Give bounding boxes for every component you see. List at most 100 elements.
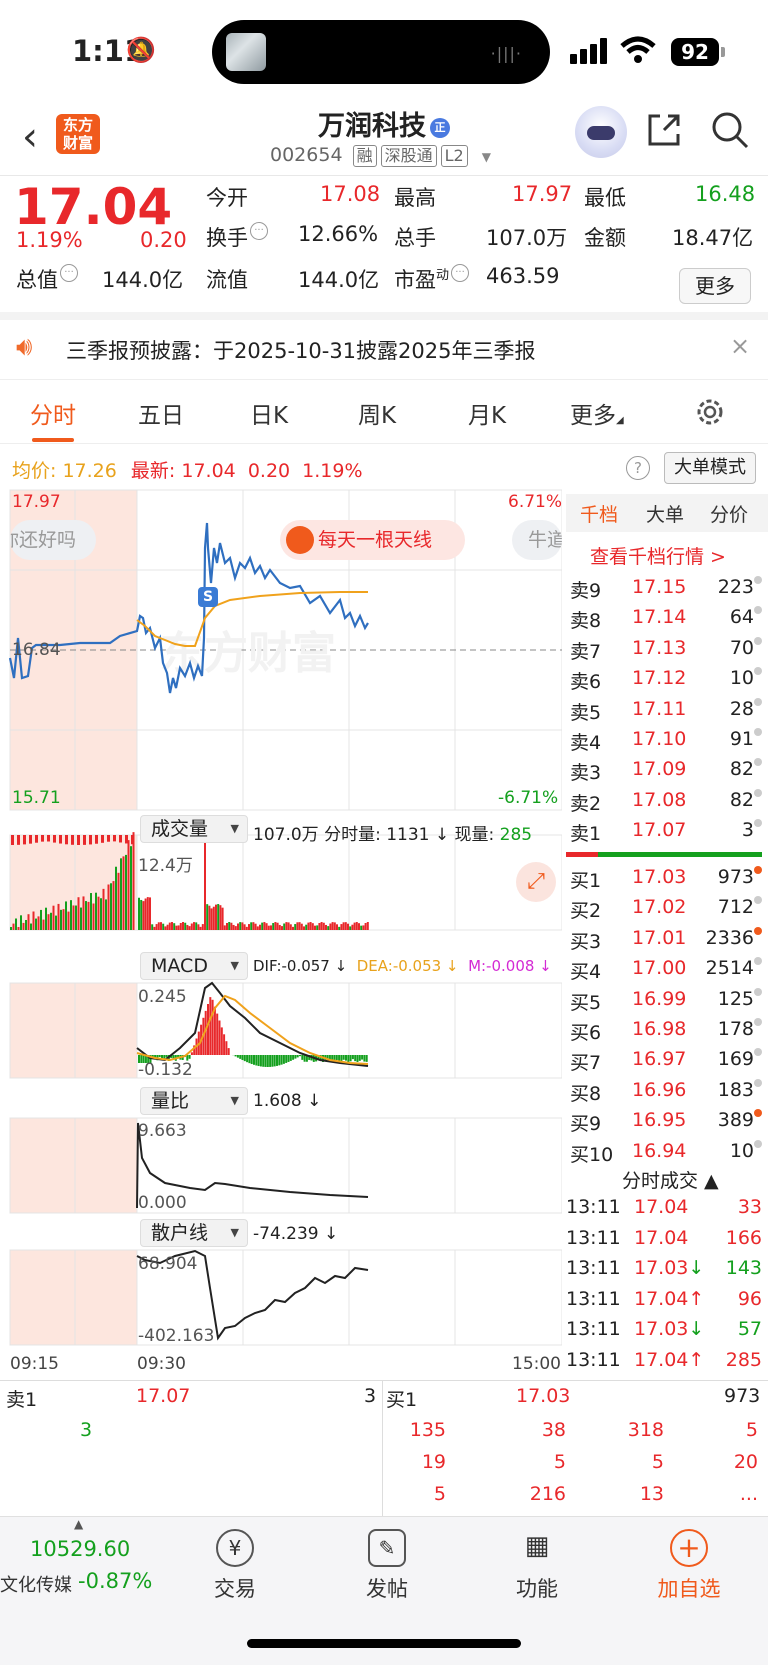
volume-bar [83,835,86,845]
info-icon[interactable]: ··· [60,264,78,282]
retail-line-select[interactable]: 散户线 ▼ [140,1219,248,1247]
ask-volume: 10 [729,667,754,690]
function-button[interactable]: ▦ 功能 [492,1529,582,1603]
settings-gear-icon[interactable] [694,396,726,428]
function-label: 功能 [516,1577,558,1601]
volume-bar [263,922,266,930]
tick-price: 17.03↓ [634,1257,705,1279]
volume-bar [347,923,349,930]
tab-intraday[interactable]: 分时 [30,396,76,442]
close-icon[interactable]: × [730,332,750,360]
bid-row[interactable]: 买1 17.03 973 [566,866,768,896]
macd-dif: DIF:-0.057 ↓ [253,957,348,975]
ask-row[interactable]: 卖4 17.10 91 [566,728,768,758]
ask-row[interactable]: 卖1 17.07 3 [566,819,768,849]
post-button[interactable]: ✎ 发帖 [342,1529,432,1603]
tab-big-order[interactable]: 大单 [646,500,684,527]
tab-monthly-k[interactable]: 月K [468,396,506,430]
y-ref-label: 16.84 [12,640,61,660]
bid-row[interactable]: 买3 17.01 2336 [566,926,768,957]
volume-bar [50,912,52,930]
ask-row[interactable]: 卖8 17.14 64 [566,606,768,636]
tab-depth[interactable]: 千档 [580,500,618,527]
assistant-robot-icon[interactable] [575,106,627,158]
orderbook-tabs: 千档 大单 分价 [566,494,768,532]
add-watchlist-button[interactable]: + 加自选 [644,1529,734,1603]
sell-marker[interactable]: S [198,587,218,607]
volume-bar [47,835,50,842]
ask-row[interactable]: 卖5 17.11 28 [566,697,768,728]
sector-index-value[interactable]: 10529.60 [30,1537,130,1561]
volume-summary: 107.0万 分时量: 1131 ↓ 现量: 285 [253,820,532,845]
promo-chip[interactable]: 每天一根天线 [280,520,465,560]
macd-indicator-select[interactable]: MACD ▼ [140,952,248,980]
tab-more[interactable]: 更多◢ [570,396,624,430]
bid-row[interactable]: 买2 17.02 712 [566,896,768,926]
tab-price-dist[interactable]: 分价 [710,500,748,527]
ask-row[interactable]: 卖7 17.13 70 [566,636,768,667]
caret-up-icon: ▲ [74,1517,84,1531]
bid-volume: 169 [717,1048,754,1071]
macd-bar [218,1020,221,1055]
sector-change[interactable]: -0.87% [78,1569,152,1593]
floating-chip-left[interactable]: 你还好吗 [10,520,96,560]
help-icon[interactable]: ? [626,456,650,480]
macd-bar [358,1055,361,1061]
ask-price: 17.14 [632,606,687,629]
status-dot-icon [754,819,762,828]
volume-bar [131,835,134,845]
notice-bar[interactable]: 🔊︎ 三季报预披露：于2025-10-31披露2025年三季报 × [0,320,768,380]
share-icon[interactable] [646,112,682,148]
tab-five-day[interactable]: 五日 [138,396,184,430]
open-value: 17.08 [320,182,381,206]
volume-bar [67,911,70,930]
expand-icon[interactable]: ⤢ [516,862,556,902]
quote-summary: 17.04 1.19% 0.20 今开 17.08 最高 17.97 最低 16… [0,176,768,320]
floating-chip-right[interactable]: 牛道 [512,520,562,560]
status-dot-icon [754,866,762,874]
ask-row[interactable]: 卖3 17.09 82 [566,758,768,788]
ask-row[interactable]: 卖6 17.12 10 [566,667,768,697]
volume-bar [267,925,270,930]
bid-row[interactable]: 买8 16.96 183 [566,1078,768,1109]
volume-bar [179,923,182,930]
ask-row[interactable]: 卖2 17.08 82 [566,788,768,819]
bid-row[interactable]: 买6 16.98 178 [566,1018,768,1048]
volume-bar [72,905,75,930]
volume-ratio-select[interactable]: 量比 ▼ [140,1087,248,1115]
big-order-mode-button[interactable]: 大单模式 [664,452,756,484]
tick-volume: 143 [725,1257,762,1279]
volume-bar [285,922,288,930]
volume-bar [366,922,369,930]
volume-bar [107,884,110,930]
search-icon[interactable] [710,110,750,150]
view-depth-link[interactable]: 查看千档行情 > [590,542,726,569]
ask-row[interactable]: 卖9 17.15 223 [566,576,768,606]
volume-bar [60,909,62,930]
intraday-chart[interactable]: 东方财富 [0,488,562,1378]
status-dot-icon [754,1078,762,1087]
bid-row[interactable]: 买5 16.99 125 [566,987,768,1018]
bid-row[interactable]: 买9 16.95 389 [566,1109,768,1139]
ticks-header[interactable]: 分时成交 ▲ [622,1166,719,1193]
tab-daily-k[interactable]: 日K [250,396,288,430]
info-icon[interactable]: ··· [250,222,268,240]
bid-row[interactable]: 买7 16.97 169 [566,1048,768,1078]
macd-histogram [138,997,368,1067]
volume-indicator-select[interactable]: 成交量 ▼ [140,815,248,843]
turnover-label: 换手 ··· [206,222,268,252]
stock-subtitle[interactable]: 002654 融深股通 L2 ▼ [270,144,491,167]
sector-name[interactable]: 文化传媒 [0,1571,72,1597]
macd-bar [234,1055,237,1057]
tab-weekly-k[interactable]: 周K [358,396,396,430]
trade-button[interactable]: ¥ 交易 [190,1529,280,1603]
low-value: 16.48 [695,182,756,206]
ask-volume: 82 [729,788,754,811]
tick-price: 17.04 [634,1196,689,1218]
more-button[interactable]: 更多 [679,268,751,304]
bid-row[interactable]: 买4 17.00 2514 [566,957,768,987]
volume-bar [331,922,334,930]
info-icon[interactable]: ··· [451,264,470,282]
avg-label: 均价: [12,460,57,482]
volume-bar [100,898,102,930]
